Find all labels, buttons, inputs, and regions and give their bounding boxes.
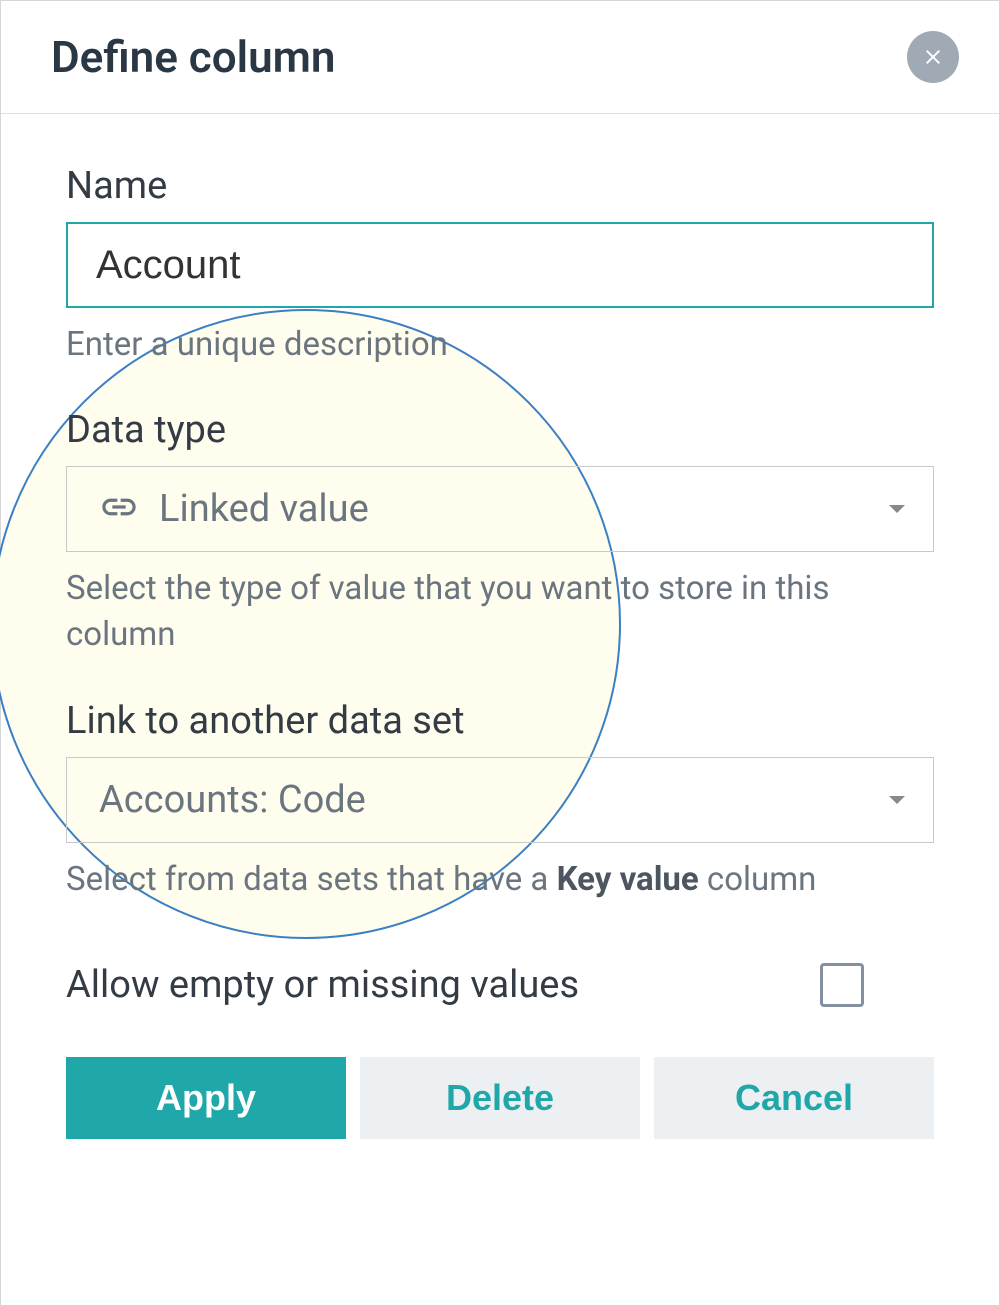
name-label: Name	[66, 164, 934, 208]
allow-empty-row: Allow empty or missing values	[66, 963, 934, 1007]
name-helper: Enter a unique description	[66, 322, 934, 368]
data-type-select[interactable]: Linked value	[66, 466, 934, 552]
dialog-header: Define column	[1, 1, 999, 114]
delete-button[interactable]: Delete	[360, 1057, 640, 1139]
apply-button[interactable]: Apply	[66, 1057, 346, 1139]
link-dataset-select[interactable]: Accounts: Code	[66, 757, 934, 843]
data-type-label: Data type	[66, 408, 934, 452]
cancel-button[interactable]: Cancel	[654, 1057, 934, 1139]
dialog-body: Name Enter a unique description Data typ…	[1, 114, 999, 1179]
dialog-title: Define column	[51, 31, 335, 83]
link-icon	[99, 487, 139, 531]
link-dataset-field-group: Link to another data set Accounts: Code …	[66, 699, 934, 903]
name-input[interactable]	[66, 222, 934, 308]
close-button[interactable]	[907, 31, 959, 83]
allow-empty-label: Allow empty or missing values	[66, 963, 579, 1007]
define-column-dialog: Define column Name Enter a unique descri…	[0, 0, 1000, 1306]
link-dataset-value: Accounts: Code	[99, 778, 366, 822]
chevron-down-icon	[889, 796, 905, 804]
link-dataset-helper: Select from data sets that have a Key va…	[66, 857, 934, 903]
data-type-field-group: Data type Linked value Select the type o…	[66, 408, 934, 658]
close-icon	[921, 45, 945, 69]
name-field-group: Name Enter a unique description	[66, 164, 934, 368]
data-type-value: Linked value	[159, 487, 369, 531]
data-type-helper: Select the type of value that you want t…	[66, 566, 934, 658]
link-dataset-label: Link to another data set	[66, 699, 934, 743]
chevron-down-icon	[889, 505, 905, 513]
allow-empty-checkbox[interactable]	[820, 963, 864, 1007]
button-row: Apply Delete Cancel	[66, 1057, 934, 1139]
